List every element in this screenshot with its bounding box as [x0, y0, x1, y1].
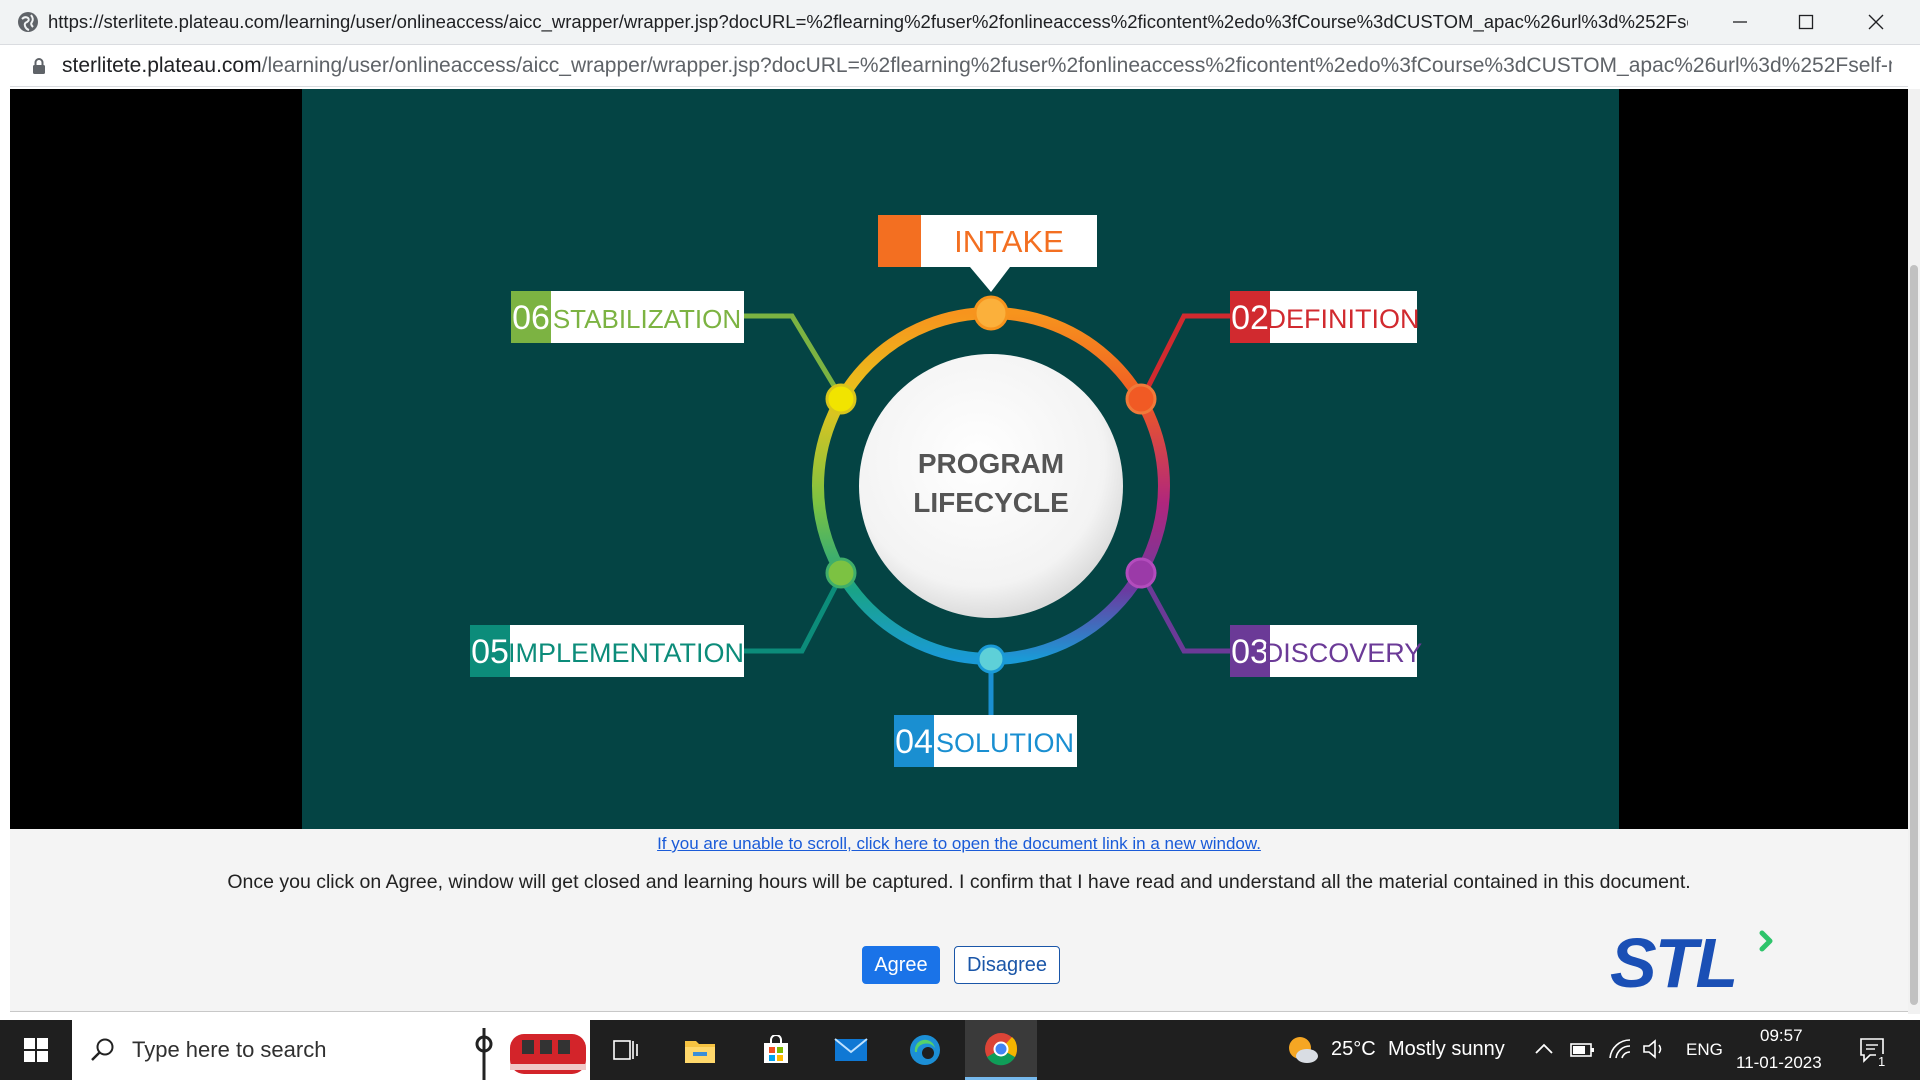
acknowledgement-text: Once you click on Agree, window will get…	[227, 871, 1691, 893]
svg-text:04: 04	[895, 723, 933, 761]
connector-definition	[1139, 313, 1230, 401]
windows-logo-icon	[24, 1038, 48, 1062]
lifecycle-diagram: PROGRAM LIFECYCLE INTAKE 02 DEFINITION 0…	[470, 215, 1422, 767]
node-intake	[973, 295, 1009, 331]
disagree-button[interactable]: Disagree	[954, 946, 1060, 984]
chevron-up-icon[interactable]	[1534, 1041, 1554, 1057]
weather-temperature[interactable]: 25°C	[1331, 1038, 1376, 1061]
svg-text:06: 06	[512, 299, 550, 337]
svg-text:INTAKE: INTAKE	[954, 224, 1064, 259]
url-host: sterlitete.plateau.com	[62, 54, 262, 77]
minimize-button[interactable]	[1706, 0, 1774, 44]
label-implementation: 05 IMPLEMENTATION	[470, 625, 744, 677]
connector-implementation	[744, 572, 845, 654]
wifi-icon[interactable]	[1608, 1038, 1632, 1060]
label-solution: 04 SOLUTION	[894, 715, 1077, 767]
svg-text:STABILIZATION: STABILIZATION	[553, 304, 741, 334]
start-button[interactable]	[0, 1020, 72, 1080]
mail-button[interactable]	[815, 1020, 887, 1080]
node-stabilization	[825, 383, 857, 415]
windows-taskbar: Type here to search 25°C Mostly sunny EN…	[0, 1020, 1920, 1080]
chrome-button[interactable]	[965, 1020, 1037, 1080]
svg-text:IMPLEMENTATION: IMPLEMENTATION	[508, 638, 744, 668]
mail-icon	[834, 1038, 868, 1061]
volume-icon[interactable]	[1642, 1038, 1666, 1060]
clock-date[interactable]: 11-01-2023	[1736, 1053, 1822, 1073]
file-explorer-button[interactable]	[664, 1020, 736, 1080]
open-in-new-window-link[interactable]: If you are unable to scroll, click here …	[10, 834, 1908, 854]
folder-icon	[685, 1041, 715, 1063]
search-icon	[91, 1038, 114, 1061]
node-implementation	[825, 557, 857, 589]
svg-text:SOLUTION: SOLUTION	[936, 728, 1074, 758]
label-stabilization: 06 STABILIZATION	[511, 291, 744, 343]
node-definition	[1125, 383, 1157, 415]
search-placeholder: Type here to search	[132, 1037, 327, 1062]
close-button[interactable]	[1842, 0, 1910, 44]
input-language[interactable]: ENG	[1686, 1040, 1723, 1060]
node-solution	[976, 644, 1006, 674]
center-title-line1: PROGRAM	[918, 448, 1064, 479]
window-title: https://sterlitete.plateau.com/learning/…	[48, 11, 1688, 32]
agree-button[interactable]: Agree	[862, 946, 940, 984]
globe-icon	[18, 12, 38, 32]
microsoft-store-button[interactable]	[740, 1020, 812, 1080]
label-discovery: 03 DISCOVERY	[1230, 625, 1422, 677]
address-bar[interactable]: sterlitete.plateau.com/learning/user/onl…	[10, 46, 1908, 87]
search-highlight-train-icon	[475, 1028, 586, 1080]
svg-text:DEFINITION: DEFINITION	[1267, 304, 1420, 334]
url-text[interactable]: sterlitete.plateau.com/learning/user/onl…	[62, 46, 1892, 86]
svg-text:STL: STL	[1610, 927, 1736, 997]
notification-count: 1	[1876, 1054, 1888, 1069]
scrollbar-thumb[interactable]	[1910, 265, 1918, 1005]
minimize-icon	[1733, 21, 1747, 23]
edge-button[interactable]	[889, 1020, 961, 1080]
weather-description[interactable]: Mostly sunny	[1388, 1038, 1505, 1061]
stl-logo: STL	[1610, 927, 1773, 997]
task-view-icon	[613, 1040, 638, 1060]
store-icon	[764, 1035, 788, 1063]
label-intake: INTAKE	[878, 215, 1097, 292]
task-view-button[interactable]	[590, 1020, 662, 1080]
document-viewport[interactable]: PROGRAM LIFECYCLE INTAKE 02 DEFINITION 0…	[10, 89, 1908, 829]
clock-time[interactable]: 09:57	[1760, 1026, 1803, 1046]
svg-text:DISCOVERY: DISCOVERY	[1264, 638, 1423, 668]
page-scrollbar[interactable]	[1908, 89, 1920, 1014]
window-title-bar: https://sterlitete.plateau.com/learning/…	[0, 0, 1920, 45]
lifecycle-slide: PROGRAM LIFECYCLE INTAKE 02 DEFINITION 0…	[302, 89, 1619, 829]
weather-sun-icon	[1289, 1037, 1318, 1063]
chrome-icon	[985, 1032, 1018, 1065]
svg-text:02: 02	[1231, 299, 1269, 337]
acknowledgement-panel: If you are unable to scroll, click here …	[10, 829, 1908, 1012]
url-path: /learning/user/onlineaccess/aicc_wrapper…	[261, 54, 1892, 77]
node-discovery	[1125, 557, 1157, 589]
center-circle	[859, 354, 1123, 618]
maximize-icon	[1798, 14, 1814, 30]
close-icon	[1868, 14, 1884, 30]
battery-icon[interactable]	[1570, 1040, 1596, 1060]
svg-text:05: 05	[471, 633, 509, 671]
connector-stabilization	[744, 313, 845, 401]
edge-icon	[910, 1035, 940, 1065]
maximize-button[interactable]	[1772, 0, 1840, 44]
connector-discovery	[1139, 572, 1230, 654]
taskbar-search-box[interactable]: Type here to search	[72, 1020, 590, 1080]
label-definition: 02 DEFINITION	[1230, 291, 1420, 343]
lock-icon	[33, 58, 45, 74]
center-title-line2: LIFECYCLE	[913, 487, 1069, 518]
